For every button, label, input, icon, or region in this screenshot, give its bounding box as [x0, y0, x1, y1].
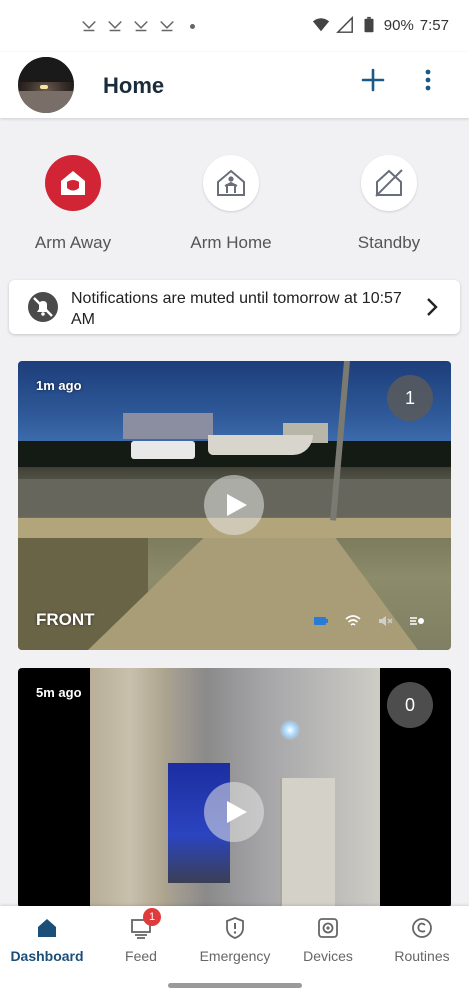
nav-dashboard[interactable]: Dashboard [0, 916, 94, 964]
feed-count-badge: 1 [143, 908, 161, 926]
nav-label: Routines [394, 948, 450, 964]
missed-call-icon [108, 20, 122, 32]
missed-call-icon [134, 20, 148, 32]
nav-label: Dashboard [10, 948, 84, 964]
page-title: Home [103, 73, 165, 98]
battery-percent: 90% [383, 16, 414, 34]
nav-emergency[interactable]: Emergency [188, 916, 282, 964]
nav-label: Feed [125, 948, 157, 964]
arm-home-person-house-icon[interactable] [203, 155, 259, 211]
wifi-icon [345, 615, 361, 626]
nav-label: Emergency [199, 948, 271, 964]
play-icon [227, 801, 247, 823]
location-avatar[interactable] [18, 57, 74, 113]
cell-signal-icon [335, 16, 353, 33]
house-icon [38, 919, 56, 937]
camera-name: FRONT [36, 610, 95, 629]
missed-call-icon [160, 20, 174, 32]
status-bar: 90% 7:57 [0, 0, 469, 52]
arm-away-house-icon[interactable] [45, 155, 101, 211]
battery-status-icon [314, 617, 328, 625]
last-event-time: 5m ago [36, 685, 82, 700]
battery-icon [364, 16, 374, 33]
more-notifications-dot [190, 23, 195, 29]
add-icon[interactable] [359, 66, 387, 94]
last-event-time: 1m ago [36, 378, 82, 393]
shield-alert-icon [226, 917, 244, 939]
event-count-badge: 0 [387, 682, 433, 728]
system-status: 90% 7:57 [312, 16, 449, 34]
chevron-right-icon[interactable] [422, 296, 442, 318]
camera-device-icon [318, 918, 338, 938]
nav-devices[interactable]: Devices [281, 916, 375, 964]
notification-text: Notifications are muted until tomorrow a… [71, 290, 402, 328]
app-header: Home [0, 52, 469, 118]
camera-card-front[interactable]: 1m ago 1 FRONT [18, 361, 451, 650]
mode-label: Standby [357, 233, 421, 252]
notification-icons [80, 17, 195, 35]
missed-call-icon [82, 20, 96, 32]
clock: 7:57 [419, 16, 449, 34]
mode-standby[interactable]: Standby [329, 155, 449, 253]
nav-label: Devices [303, 948, 353, 964]
mode-arm-home[interactable]: Arm Home [171, 155, 291, 253]
gesture-home-bar[interactable] [168, 983, 302, 988]
play-button[interactable] [204, 475, 264, 535]
camera-status-icons [313, 614, 425, 628]
routine-icon [412, 918, 432, 938]
mode-label: Arm Away [34, 233, 112, 252]
bell-off-icon [28, 292, 58, 322]
app-screen: 90% 7:57 Home Arm Away Arm Home Standby … [0, 0, 469, 999]
nav-feed[interactable]: 1 Feed [94, 908, 188, 964]
more-options-icon[interactable] [414, 66, 442, 94]
camera-card-doorbell[interactable]: 5m ago 0 [18, 668, 451, 908]
nav-routines[interactable]: Routines [375, 916, 469, 964]
play-icon [227, 494, 247, 516]
speaker-muted-icon [379, 616, 393, 626]
play-button[interactable] [204, 782, 264, 842]
standby-house-off-icon[interactable] [361, 155, 417, 211]
wifi-icon [312, 18, 329, 32]
event-count-badge: 1 [387, 375, 433, 421]
mode-arm-away[interactable]: Arm Away [13, 155, 133, 253]
notifications-muted-banner[interactable]: Notifications are muted until tomorrow a… [9, 280, 460, 334]
motion-sensor-icon [410, 617, 424, 625]
mode-label: Arm Home [190, 233, 272, 252]
